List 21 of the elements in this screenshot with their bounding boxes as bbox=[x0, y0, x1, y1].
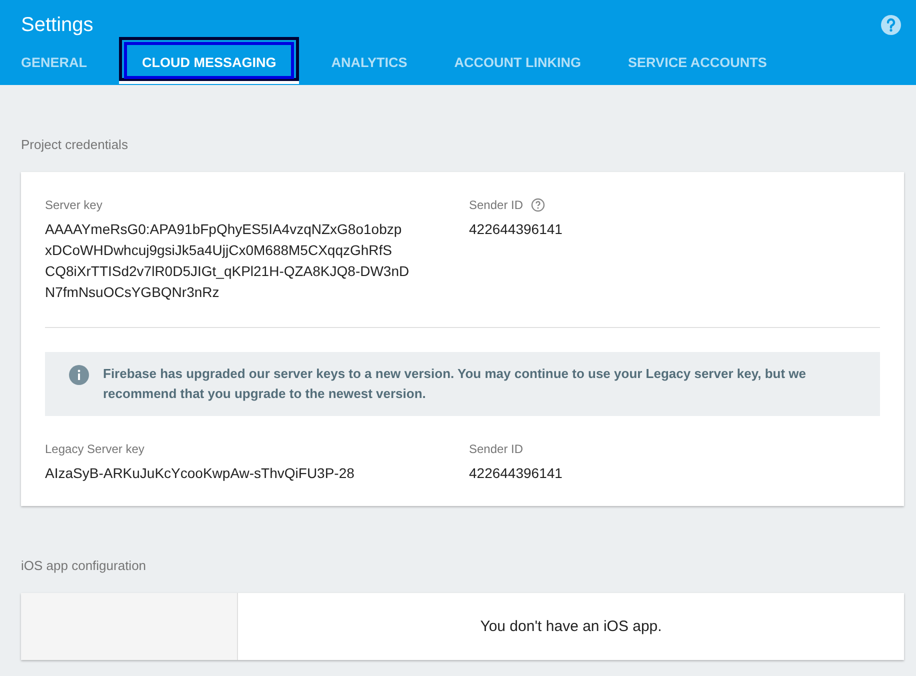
tab[interactable]: CLOUD MESSAGING bbox=[119, 37, 300, 84]
field-label: Sender ID bbox=[469, 198, 524, 212]
legacy-key-value: AIzaSyB-ARKuJuKcYcooKwpAw-sThvQiFU3P-28 bbox=[45, 464, 356, 483]
tab[interactable]: ANALYTICS bbox=[316, 51, 422, 84]
server-key-value: AAAAYmeRsG0:APA91bFpQhyES5IA4vzqNZxG8o1obzp xDCoWHDwhcuj9gsiJk5a4UjjCx0M688M5CXqqzGhRfS CQ8iXrTTISd2v7lR0D5JIGt_qKPl21H-QZA8KJQ8-DW3nD N7fmNsuOCsYGBQNr3nRz bbox=[45, 220, 410, 302]
notice-text: Firebase has upgraded our server keys to a new version. You may continue to use your Legacy server key, but we recommend that you upgrade to the newest version. bbox=[103, 365, 807, 403]
tab[interactable]: ACCOUNT LINKING bbox=[439, 51, 596, 84]
help-icon[interactable] bbox=[531, 198, 546, 212]
field-label: Legacy Server key bbox=[45, 442, 146, 456]
section-heading: iOS app configuration bbox=[21, 558, 148, 573]
field-label: Server key bbox=[45, 198, 104, 212]
section-heading: Project credentials bbox=[21, 137, 129, 152]
field-label: Sender ID bbox=[469, 442, 524, 456]
tab[interactable]: SERVICE ACCOUNTS bbox=[613, 51, 782, 84]
page-title: Settings bbox=[21, 14, 94, 36]
empty-message: You don't have an iOS app. bbox=[480, 618, 662, 635]
info-icon bbox=[69, 365, 89, 385]
sender-id-value: 422644396141 bbox=[469, 220, 564, 239]
tab[interactable]: GENERAL bbox=[6, 51, 102, 84]
sender-id-value: 422644396141 bbox=[469, 464, 564, 483]
help-icon[interactable] bbox=[880, 14, 902, 36]
